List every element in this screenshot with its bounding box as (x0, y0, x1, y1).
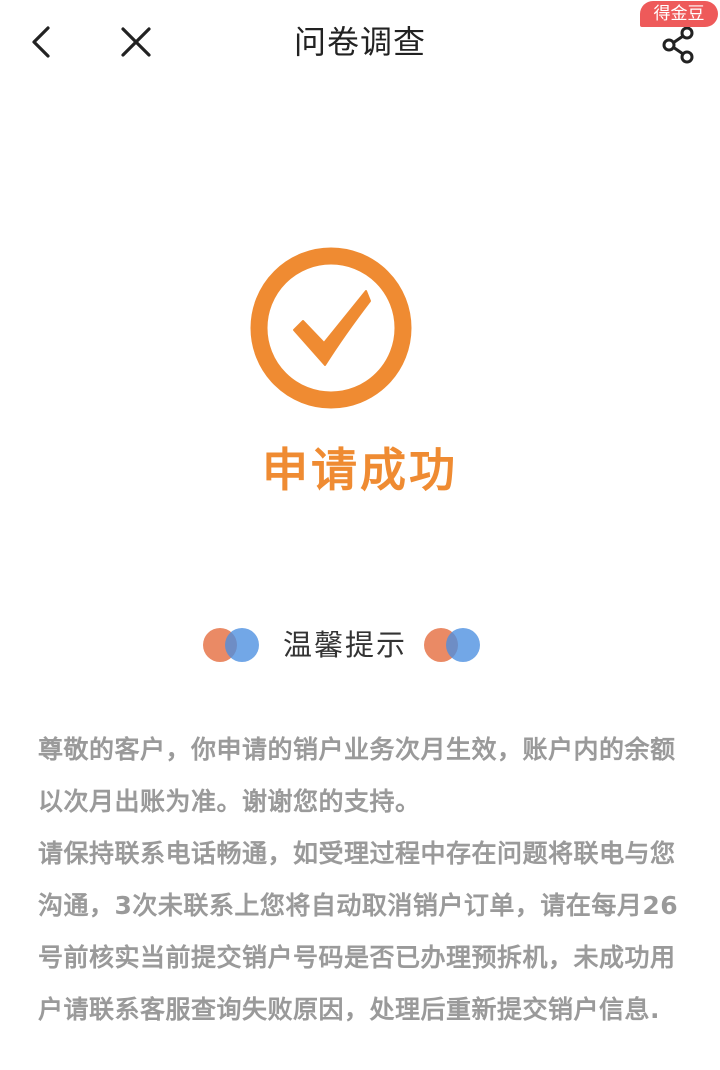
check-circle-icon (250, 247, 412, 409)
page-title: 问卷调查 (293, 23, 426, 61)
share-button[interactable] (656, 22, 702, 68)
reward-badge[interactable]: 得金豆 (640, 1, 718, 27)
tips-paragraph: 请保持联系电话畅通，如受理过程中存在问题将联电与您沟通，3次未联系上您将自动取消… (38, 839, 679, 1024)
share-icon (662, 26, 694, 64)
top-navigation-bar: 问卷调查 得金豆 (0, 0, 720, 86)
blue-dot (446, 628, 480, 662)
tips-header: 温馨提示 (0, 620, 720, 670)
decorative-dots-left (203, 628, 263, 662)
tips-title: 温馨提示 (282, 628, 407, 662)
decorative-dots-right (424, 628, 484, 662)
tips-content: 尊敬的客户，你申请的销户业务次月生效，账户内的余额以次月出账为准。谢谢您的支持。… (38, 724, 690, 1036)
result-title: 申请成功 (262, 443, 458, 497)
tips-paragraph: 尊敬的客户，你申请的销户业务次月生效，账户内的余额以次月出账为准。谢谢您的支持。 (38, 735, 676, 816)
blue-dot (225, 628, 259, 662)
